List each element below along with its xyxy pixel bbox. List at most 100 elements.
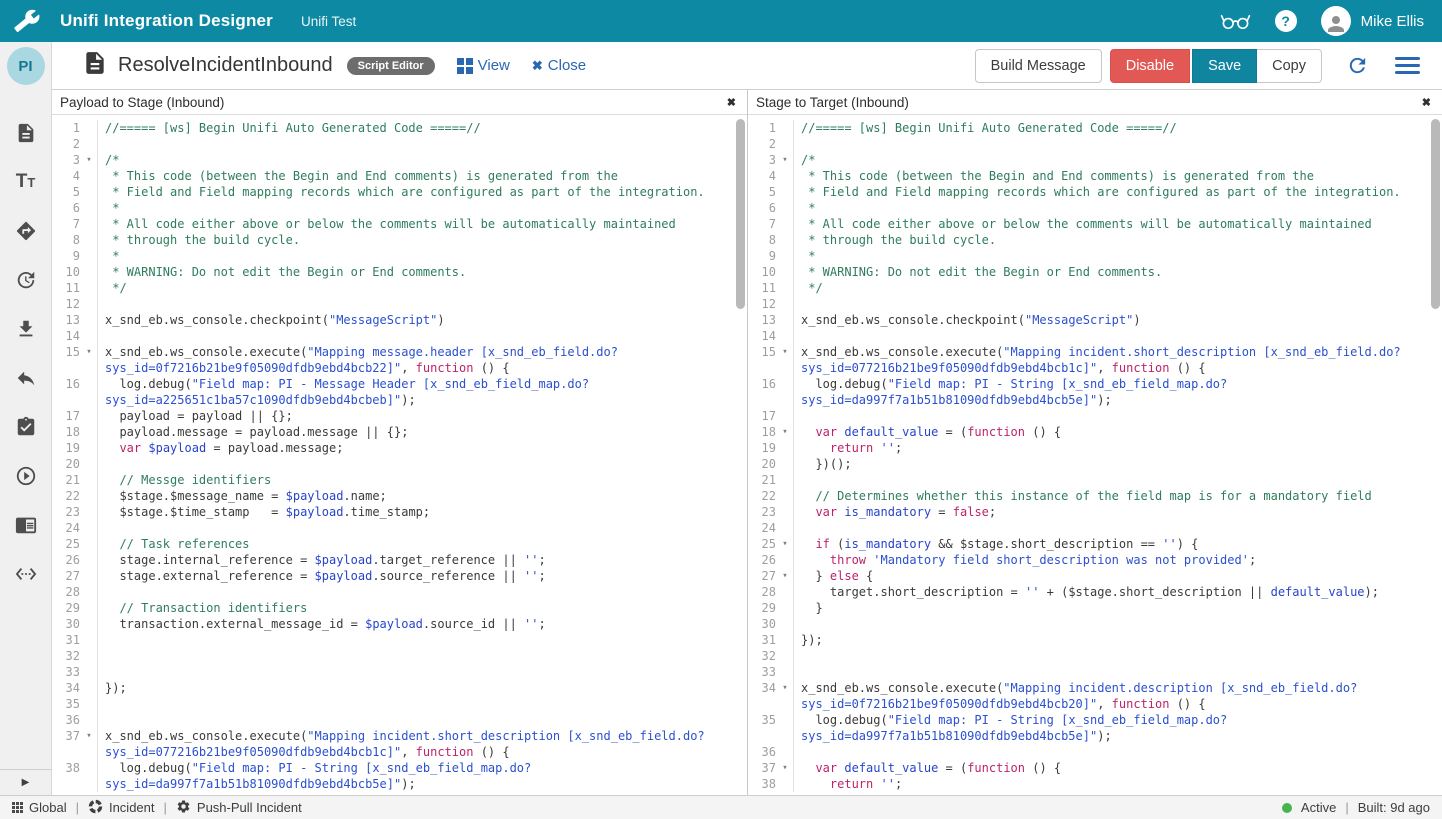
- scrollbar-thumb[interactable]: [736, 119, 745, 309]
- code-icon[interactable]: [14, 562, 38, 586]
- code-line[interactable]: 11 */: [748, 280, 1442, 296]
- user-menu[interactable]: Mike Ellis: [1320, 6, 1424, 36]
- scrollbar-thumb[interactable]: [1431, 119, 1440, 309]
- copy-button[interactable]: Copy: [1257, 48, 1322, 83]
- panel-close-icon[interactable]: ✖: [1422, 96, 1431, 109]
- code-line[interactable]: 2: [748, 136, 1442, 152]
- refresh-icon[interactable]: [1346, 54, 1369, 77]
- integration-link[interactable]: Push-Pull Incident: [176, 799, 302, 817]
- code-line[interactable]: 2: [52, 136, 747, 152]
- code-line[interactable]: 27 ▾ } else {: [748, 568, 1442, 584]
- code-line[interactable]: 24: [52, 520, 747, 536]
- code-line[interactable]: 20: [52, 456, 747, 472]
- code-line[interactable]: 6 *: [52, 200, 747, 216]
- scope-link[interactable]: Global: [12, 800, 67, 815]
- code-line[interactable]: 34 ▾ x_snd_eb.ws_console.execute("Mapping …: [748, 680, 1442, 696]
- code-line[interactable]: 18 payload.message = payload.message || …: [52, 424, 747, 440]
- code-line[interactable]: 31: [52, 632, 747, 648]
- fold-arrow-icon[interactable]: ▾: [778, 344, 792, 360]
- code-line[interactable]: 19 return '';: [748, 440, 1442, 456]
- code-line[interactable]: 32: [748, 648, 1442, 664]
- code-line[interactable]: 22 $stage.$message_name = $payload.name;: [52, 488, 747, 504]
- code-line[interactable]: 14: [52, 328, 747, 344]
- fold-arrow-icon[interactable]: ▾: [778, 536, 792, 552]
- code-line[interactable]: 16 log.debug("Field map: PI - String [x_…: [748, 376, 1442, 392]
- workspace-name[interactable]: Unifi Test: [301, 14, 356, 29]
- code-line[interactable]: 25 // Task references: [52, 536, 747, 552]
- fold-arrow-icon[interactable]: ▾: [778, 568, 792, 584]
- code-line[interactable]: sys_id=a225651c1ba57c1090dfdb9ebd4bcbeb]…: [52, 392, 747, 408]
- code-line[interactable]: 4 * This code (between the Begin and End…: [52, 168, 747, 184]
- play-circle-icon[interactable]: [14, 464, 38, 488]
- code-area[interactable]: 1 //===== [ws] Begin Unifi Auto Generated…: [748, 115, 1442, 795]
- code-line[interactable]: sys_id=da997f7a1b51b81090dfdb9ebd4bcb5e]…: [748, 392, 1442, 408]
- code-line[interactable]: 8 * through the build cycle.: [748, 232, 1442, 248]
- code-line[interactable]: 29 // Transaction identifiers: [52, 600, 747, 616]
- code-line[interactable]: 6 *: [748, 200, 1442, 216]
- fold-arrow-icon[interactable]: ▾: [778, 424, 792, 440]
- code-line[interactable]: sys_id=077216b21be9f05090dfdb9ebd4bcb1c]…: [748, 360, 1442, 376]
- view-button[interactable]: View: [456, 57, 510, 74]
- reader-icon[interactable]: [14, 513, 38, 537]
- code-line[interactable]: 25 ▾ if (is_mandatory && $stage.short_des…: [748, 536, 1442, 552]
- code-line[interactable]: 33: [52, 664, 747, 680]
- fold-arrow-icon[interactable]: ▾: [82, 344, 96, 360]
- code-line[interactable]: 35 log.debug("Field map: PI - String [x_…: [748, 712, 1442, 728]
- code-line[interactable]: 34});: [52, 680, 747, 696]
- code-line[interactable]: 12: [748, 296, 1442, 312]
- wrench-icon[interactable]: [14, 8, 44, 34]
- save-button[interactable]: Save: [1192, 48, 1258, 83]
- code-line[interactable]: sys_id=0f7216b21be9f05090dfdb9ebd4bcb22]…: [52, 360, 747, 376]
- code-line[interactable]: 32: [52, 648, 747, 664]
- code-line[interactable]: 35: [52, 696, 747, 712]
- code-line[interactable]: 37 ▾ x_snd_eb.ws_console.execute("Mapping …: [52, 728, 747, 744]
- code-line[interactable]: 26 throw 'Mandatory field short_descript…: [748, 552, 1442, 568]
- text-format-icon[interactable]: TT: [14, 170, 38, 194]
- code-line[interactable]: 30: [748, 616, 1442, 632]
- document-icon[interactable]: [14, 121, 38, 145]
- integration-avatar[interactable]: PI: [6, 47, 45, 85]
- code-line[interactable]: 18 ▾ var default_value = (function () {: [748, 424, 1442, 440]
- code-line[interactable]: 26 stage.internal_reference = $payload.t…: [52, 552, 747, 568]
- code-line[interactable]: 38 log.debug("Field map: PI - String [x_…: [52, 760, 747, 776]
- code-line[interactable]: 7 * All code either above or below the c…: [748, 216, 1442, 232]
- close-button[interactable]: ✖ Close: [532, 57, 586, 74]
- code-line[interactable]: 8 * through the build cycle.: [52, 232, 747, 248]
- glasses-icon[interactable]: [1220, 11, 1251, 31]
- build-message-button[interactable]: Build Message: [974, 48, 1102, 83]
- code-line[interactable]: 13 x_snd_eb.ws_console.checkpoint("Messag…: [52, 312, 747, 328]
- code-line[interactable]: 3 ▾ /*: [748, 152, 1442, 168]
- code-line[interactable]: 21: [748, 472, 1442, 488]
- fold-arrow-icon[interactable]: ▾: [82, 728, 96, 744]
- code-line[interactable]: 3 ▾ /*: [52, 152, 747, 168]
- code-line[interactable]: 28: [52, 584, 747, 600]
- code-line[interactable]: 29 }: [748, 600, 1442, 616]
- menu-icon[interactable]: [1395, 57, 1420, 74]
- code-line[interactable]: 14: [748, 328, 1442, 344]
- directions-icon[interactable]: [14, 219, 38, 243]
- code-line[interactable]: 20 })();: [748, 456, 1442, 472]
- code-line[interactable]: 17 payload = payload || {};: [52, 408, 747, 424]
- code-line[interactable]: 7 * All code either above or below the c…: [52, 216, 747, 232]
- code-line[interactable]: 9 *: [52, 248, 747, 264]
- code-line[interactable]: 23 $stage.$time_stamp = $payload.time_st…: [52, 504, 747, 520]
- code-line[interactable]: 5 * Field and Field mapping records whic…: [748, 184, 1442, 200]
- help-icon[interactable]: ?: [1274, 10, 1297, 32]
- code-line[interactable]: 21 // Messge identifiers: [52, 472, 747, 488]
- code-line[interactable]: 15 ▾ x_snd_eb.ws_console.execute("Mapping …: [52, 344, 747, 360]
- code-line[interactable]: 5 * Field and Field mapping records whic…: [52, 184, 747, 200]
- process-link[interactable]: Incident: [88, 799, 155, 817]
- code-line[interactable]: 19 var $payload = payload.message;: [52, 440, 747, 456]
- code-line[interactable]: 13 x_snd_eb.ws_console.checkpoint("Messag…: [748, 312, 1442, 328]
- code-line[interactable]: sys_id=da997f7a1b51b81090dfdb9ebd4bcb5e]…: [52, 776, 747, 792]
- fold-arrow-icon[interactable]: ▾: [82, 152, 96, 168]
- code-line[interactable]: 22 // Determines whether this instance o…: [748, 488, 1442, 504]
- reply-icon[interactable]: [14, 366, 38, 390]
- code-line[interactable]: 24: [748, 520, 1442, 536]
- code-line[interactable]: 9 *: [748, 248, 1442, 264]
- download-icon[interactable]: [14, 317, 38, 341]
- code-area[interactable]: 1 //===== [ws] Begin Unifi Auto Generated…: [52, 115, 747, 795]
- code-line[interactable]: 28 target.short_description = '' + ($sta…: [748, 584, 1442, 600]
- disable-button[interactable]: Disable: [1109, 48, 1191, 83]
- code-line[interactable]: 33: [748, 664, 1442, 680]
